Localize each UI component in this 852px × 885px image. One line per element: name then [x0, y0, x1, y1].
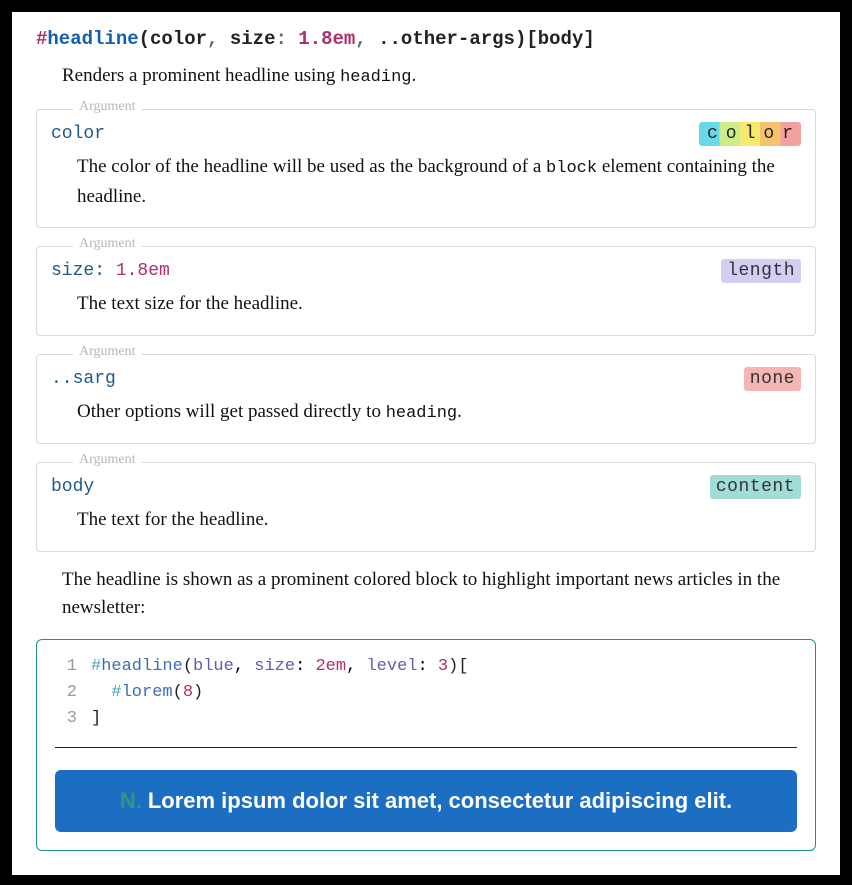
divider — [55, 747, 797, 748]
type-tag-none: none — [744, 367, 801, 391]
line-number: 2 — [55, 680, 77, 706]
arg-desc-code: heading — [386, 404, 457, 423]
arg-desc-pre: The text size for the headline. — [77, 293, 303, 314]
sig-arg2-sep: : — [275, 28, 298, 50]
arg-desc-pre: The text for the headline. — [77, 509, 269, 530]
argument-header: body content — [51, 475, 801, 499]
intro-text: Renders a prominent headline using headi… — [62, 62, 816, 91]
doc-page: #headline(color, size: 1.8em, ..other-ar… — [12, 12, 840, 875]
code-block: 1 #headline(blue, size: 2em, level: 3)[ … — [55, 654, 797, 733]
arg-name-text: size — [51, 261, 94, 281]
argument-label: Argument — [73, 99, 142, 115]
code-line-2: 2 #lorem(8) — [55, 680, 797, 706]
sig-closebr: ] — [583, 28, 594, 50]
argument-label: Argument — [73, 344, 142, 360]
argument-name: ..sarg — [51, 369, 116, 389]
argument-header: color color — [51, 122, 801, 146]
argument-description: The text for the headline. — [77, 505, 801, 534]
sig-open: ( — [139, 28, 150, 50]
sig-hash: # — [36, 28, 47, 50]
intro-post: . — [412, 65, 417, 86]
arg-kw-val: 1.8em — [116, 261, 170, 281]
sig-sep2: , — [355, 28, 378, 50]
example-explain: The headline is shown as a prominent col… — [62, 566, 816, 623]
sig-openbr: [ — [526, 28, 537, 50]
argument-size: Argument size: 1.8em length The text siz… — [36, 246, 816, 335]
code-content: #headline(blue, size: 2em, level: 3)[ — [91, 654, 469, 680]
argument-sarg: Argument ..sarg none Other options will … — [36, 354, 816, 444]
argument-description: Other options will get passed directly t… — [77, 397, 801, 427]
argument-header: ..sarg none — [51, 367, 801, 391]
intro-pre: Renders a prominent headline using — [62, 65, 340, 86]
argument-label: Argument — [73, 236, 142, 252]
argument-color: Argument color color The color of the he… — [36, 109, 816, 229]
sig-arg2-val: 1.8em — [298, 28, 355, 50]
arg-desc-pre: The color of the headline will be used a… — [77, 156, 546, 177]
arg-kw-sep: : — [94, 261, 116, 281]
arg-desc-post: . — [457, 401, 462, 422]
code-line-3: 3 ] — [55, 706, 797, 732]
line-number: 1 — [55, 654, 77, 680]
argument-name: body — [51, 477, 94, 497]
argument-description: The color of the headline will be used a… — [77, 152, 801, 212]
function-signature: #headline(color, size: 1.8em, ..other-ar… — [36, 28, 816, 50]
argument-description: The text size for the headline. — [77, 289, 801, 318]
example-frame: 1 #headline(blue, size: 2em, level: 3)[ … — [36, 639, 816, 851]
headline-number: N. — [120, 788, 142, 813]
argument-body: Argument body content The text for the h… — [36, 462, 816, 551]
argument-label: Argument — [73, 452, 142, 468]
code-content: ] — [91, 706, 101, 732]
arg-name-text: body — [51, 477, 94, 497]
headline-text: Lorem ipsum dolor sit amet, consectetur … — [148, 788, 732, 813]
code-content: #lorem(8) — [91, 680, 203, 706]
sig-sink: ..other-args — [378, 28, 515, 50]
sig-arg1: color — [150, 28, 207, 50]
intro-code: heading — [340, 68, 411, 87]
type-tag-content: content — [710, 475, 801, 499]
type-tag-color: color — [699, 122, 801, 146]
headline-preview: N.Lorem ipsum dolor sit amet, consectetu… — [55, 770, 797, 832]
arg-name-text: ..sarg — [51, 369, 116, 389]
code-line-1: 1 #headline(blue, size: 2em, level: 3)[ — [55, 654, 797, 680]
argument-name: color — [51, 124, 105, 144]
sig-sep1: , — [207, 28, 230, 50]
type-tag-length: length — [721, 259, 801, 283]
argument-header: size: 1.8em length — [51, 259, 801, 283]
sig-name: headline — [47, 28, 138, 50]
sig-arg2-key: size — [230, 28, 276, 50]
arg-desc-code: block — [546, 159, 597, 178]
arg-desc-pre: Other options will get passed directly t… — [77, 401, 386, 422]
arg-name-text: color — [51, 124, 105, 144]
argument-name: size: 1.8em — [51, 261, 170, 281]
sig-body: body — [538, 28, 584, 50]
sig-close: ) — [515, 28, 526, 50]
line-number: 3 — [55, 706, 77, 732]
